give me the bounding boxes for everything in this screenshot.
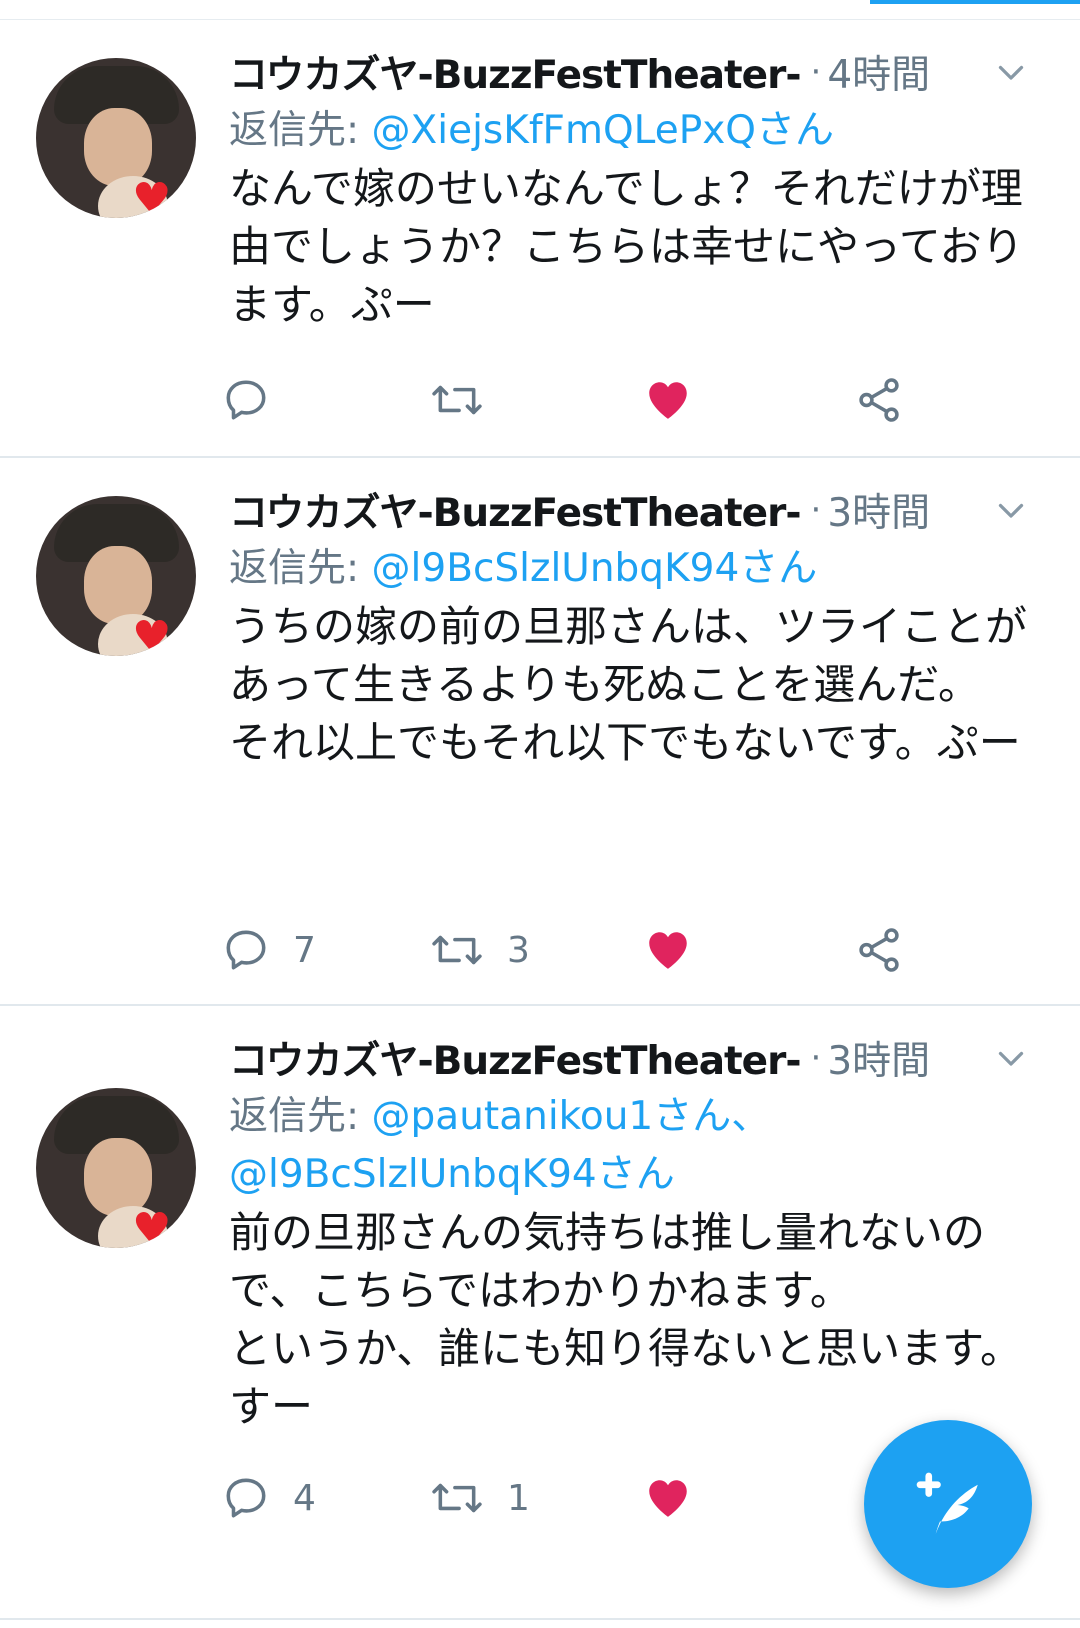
heart-icon [649, 382, 687, 419]
retweet-button[interactable]: 3 [429, 920, 530, 980]
reply-icon [226, 930, 266, 970]
heart-icon [649, 932, 687, 969]
separator: · [810, 52, 822, 92]
reply-button[interactable]: 7 [221, 920, 316, 980]
separator: · [810, 1038, 822, 1078]
reply-button[interactable] [221, 370, 293, 430]
reply-handle[interactable]: @pautanikou1さん、 [372, 1094, 771, 1139]
author-name[interactable]: コウカズヤ-BuzzFestTheater- [229, 482, 802, 538]
share-button[interactable] [854, 370, 904, 430]
reply-handle[interactable]: @l9BcSlzlUnbqK94さん [372, 546, 818, 591]
share-button[interactable] [854, 920, 904, 980]
avatar[interactable]: ♥ [36, 58, 196, 218]
reply-handle[interactable]: @l9BcSlzlUnbqK94さん [229, 1152, 675, 1197]
separator: · [810, 490, 822, 530]
retweet-icon [432, 1483, 482, 1513]
tab-indicator [870, 0, 1080, 4]
heart-sticker-icon: ♥ [132, 612, 172, 657]
compose-tweet-button[interactable] [864, 1420, 1032, 1588]
reply-prefix: 返信先: [229, 1094, 372, 1139]
tweet-text: 前の旦那さんの気持ちは推し量れないので、こちらではわかりかねます。 というか、誰… [229, 1208, 1022, 1431]
retweet-button[interactable]: 1 [429, 1468, 530, 1528]
author-name[interactable]: コウカズヤ-BuzzFestTheater- [229, 44, 802, 100]
reply-prefix: 返信先: [229, 108, 372, 153]
tweet-header: コウカズヤ-BuzzFestTheater- · 3時間 [229, 480, 1049, 540]
reply-context: 返信先: @pautanikou1さん、 @l9BcSlzlUnbqK94さん [229, 1088, 1049, 1204]
tweet-text: なんで嫁のせいなんでしょ？それだけが理由でしょうか？こちらは幸せにやっております… [229, 164, 1024, 329]
retweet-count: 1 [507, 1477, 530, 1519]
avatar[interactable]: ♥ [36, 496, 196, 656]
retweet-button[interactable] [429, 370, 507, 430]
retweet-icon [432, 385, 482, 415]
chevron-down-icon[interactable] [993, 492, 1029, 528]
tweet-header: コウカズヤ-BuzzFestTheater- · 4時間 [229, 42, 1049, 102]
timestamp[interactable]: 4時間 [827, 44, 930, 100]
reply-count: 4 [293, 1477, 316, 1519]
reply-context: 返信先: @XiejsKfFmQLePxQさん [229, 102, 1049, 160]
avatar[interactable]: ♥ [36, 1088, 196, 1248]
reply-handle[interactable]: @XiejsKfFmQLePxQさん [372, 108, 834, 153]
tweet[interactable]: ♥ コウカズヤ-BuzzFestTheater- · 4時間 返信先: @Xie… [0, 22, 1080, 458]
chevron-down-icon[interactable] [993, 54, 1029, 90]
like-button[interactable] [643, 1468, 693, 1528]
reply-count: 7 [293, 929, 316, 971]
share-icon [859, 928, 899, 972]
retweet-icon [432, 935, 482, 965]
heart-sticker-icon: ♥ [132, 1204, 172, 1249]
timestamp[interactable]: 3時間 [827, 1030, 930, 1086]
timestamp[interactable]: 3時間 [827, 482, 930, 538]
heart-icon [649, 1480, 687, 1517]
author-name[interactable]: コウカズヤ-BuzzFestTheater- [229, 1030, 802, 1086]
reply-button[interactable]: 4 [221, 1468, 316, 1528]
reply-icon [226, 380, 266, 420]
reply-context: 返信先: @l9BcSlzlUnbqK94さん [229, 540, 1049, 598]
reply-prefix: 返信先: [229, 546, 372, 591]
heart-sticker-icon: ♥ [132, 174, 172, 219]
like-button[interactable] [643, 920, 693, 980]
chevron-down-icon[interactable] [993, 1040, 1029, 1076]
retweet-count: 3 [507, 929, 530, 971]
like-button[interactable] [643, 370, 693, 430]
tweet-text: うちの嫁の前の旦那さんは、ツライことがあって生きるよりも死ぬことを選んだ。 それ… [229, 602, 1028, 767]
share-icon [859, 378, 899, 422]
tweet-header: コウカズヤ-BuzzFestTheater- · 3時間 [229, 1028, 1049, 1088]
compose-tweet-icon [916, 1472, 978, 1534]
action-bar: 7 3 [226, 920, 989, 980]
action-bar [226, 370, 989, 430]
tweet[interactable]: ♥ コウカズヤ-BuzzFestTheater- · 3時間 返信先: @l9B… [0, 460, 1080, 1006]
reply-icon [226, 1478, 266, 1518]
